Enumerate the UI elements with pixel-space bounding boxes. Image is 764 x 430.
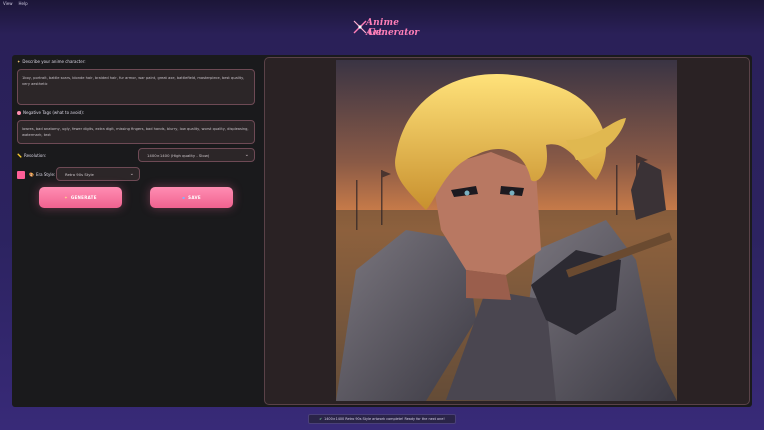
- color-swatch[interactable]: [17, 171, 25, 179]
- negative-textarea[interactable]: lowres, bad anatomy, ugly, fewer digits,…: [17, 120, 255, 144]
- app-logo: Anime Art Generator: [350, 16, 419, 42]
- era-style-value: Retro 90s Style: [65, 171, 94, 177]
- resolution-value: 1400×1400 (High quality - Slow): [147, 152, 210, 158]
- era-label: Era Style:: [35, 172, 56, 177]
- save-button[interactable]: ▪ SAVE: [150, 187, 233, 208]
- prompt-textarea[interactable]: 1boy, portrait, battle scars, blonde hai…: [17, 69, 255, 105]
- save-label: SAVE: [188, 195, 201, 200]
- era-style-select[interactable]: Retro 90s Style ⌄: [56, 167, 140, 181]
- menu-view[interactable]: View: [3, 0, 13, 7]
- resolution-select[interactable]: 1400×1400 (High quality - Slow) ⌄: [138, 148, 255, 162]
- disk-icon: ▪: [182, 195, 186, 200]
- generate-button[interactable]: ✦ GENERATE: [39, 187, 122, 208]
- logo-title-line2: Generator: [368, 28, 420, 38]
- status-message: 1400×1400 Retro 90s Style artwork comple…: [324, 417, 445, 421]
- check-icon: ✔: [319, 417, 323, 421]
- resolution-label-row: 📏 Resolution:: [17, 153, 46, 158]
- status-toast: ✔ 1400×1400 Retro 90s Style artwork comp…: [308, 414, 456, 424]
- negative-label-row: Negative Tags (what to avoid):: [17, 110, 84, 115]
- chevron-down-icon: ⌄: [244, 152, 249, 158]
- era-label-row: 🎨 Era Style:: [29, 172, 55, 177]
- negative-label: Negative Tags (what to avoid):: [23, 110, 85, 115]
- prompt-label-row: ✦ Describe your anime character:: [17, 59, 86, 64]
- palette-icon: 🎨: [29, 172, 34, 177]
- crossed-brushes-icon: [353, 20, 367, 34]
- generate-label: GENERATE: [70, 195, 97, 200]
- prompt-label: Describe your anime character:: [22, 59, 86, 64]
- menu-help[interactable]: Help: [19, 0, 28, 7]
- dot-icon: [17, 110, 21, 115]
- star-icon: ✦: [64, 195, 68, 200]
- menu-bar: View Help: [0, 0, 764, 7]
- chevron-down-icon: ⌄: [129, 171, 134, 177]
- sparkle-icon: ✦: [17, 59, 21, 64]
- resolution-label: Resolution:: [23, 153, 47, 158]
- generated-artwork: [336, 60, 677, 401]
- ruler-icon: 📏: [17, 153, 22, 158]
